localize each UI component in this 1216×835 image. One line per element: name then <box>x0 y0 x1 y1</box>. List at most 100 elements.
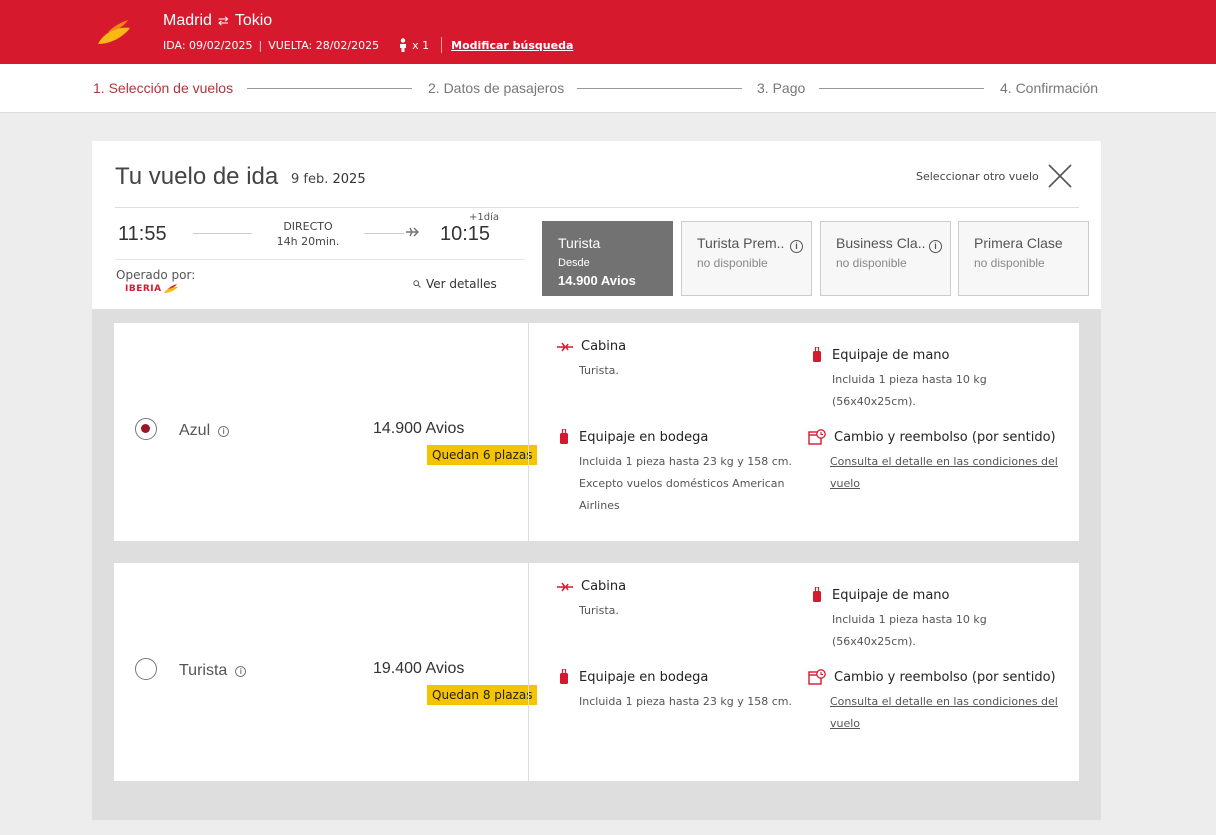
passenger-count: x 1 <box>399 38 429 52</box>
feature-text: Incluida 1 pieza hasta 23 kg y 158 cm. <box>579 455 792 468</box>
flight-duration: 14h 20min. <box>276 235 340 248</box>
divider <box>528 563 529 781</box>
fare-option-label: Azul <box>179 422 211 439</box>
plane-icon <box>406 227 419 237</box>
conditions-link[interactable]: Consulta el detalle en las condiciones d… <box>830 695 1058 708</box>
iberia-logo-icon <box>163 284 178 293</box>
seat-icon <box>557 582 573 591</box>
outbound-flight-card: Tu vuelo de ida 9 feb. 2025 Seleccionar … <box>92 141 1101 820</box>
modify-search-link[interactable]: Modificar búsqueda <box>451 39 573 52</box>
feature-text: Incluida 1 pieza hasta 23 kg y 158 cm. <box>579 695 792 708</box>
arrival-time: 10:15 <box>440 223 491 245</box>
progress-steps: 1. Selección de vuelos 2. Datos de pasaj… <box>0 64 1216 113</box>
duration-line <box>193 233 252 234</box>
step-connector <box>247 88 412 89</box>
feature-text: Excepto vuelos domésticos American <box>579 477 785 490</box>
fare-option-name: Turista i <box>179 662 247 680</box>
suitcase-icon <box>560 669 568 684</box>
flight-type-label: DIRECTO <box>283 220 333 233</box>
step-connector <box>819 88 984 89</box>
suitcase-icon <box>813 347 821 362</box>
feature-text: (56x40x25cm). <box>832 635 916 648</box>
calendar-refund-icon <box>808 429 826 445</box>
feature-text: Turista. <box>579 604 619 617</box>
fare-tab-sub: no disponible <box>836 256 907 270</box>
feature-title: Cabina <box>581 339 627 354</box>
flight-date-day: 9 feb. <box>291 172 329 187</box>
flight-date: 9 feb. 2025 <box>291 172 366 187</box>
divider <box>528 323 529 541</box>
step-passenger-data: 2. Datos de pasajeros <box>428 80 565 96</box>
conditions-link[interactable]: vuelo <box>830 477 860 490</box>
step-flight-selection[interactable]: 1. Selección de vuelos <box>93 80 233 96</box>
outbound-date: IDA: 09/02/2025 <box>163 38 253 52</box>
select-other-flight-link[interactable]: Seleccionar otro vuelo <box>916 170 1039 183</box>
feature-checked-baggage: Equipaje en bodega Incluida 1 pieza hast… <box>557 429 807 517</box>
info-icon[interactable]: i <box>235 665 247 677</box>
calendar-refund-icon <box>808 669 826 685</box>
passenger-count-text: x 1 <box>412 38 430 52</box>
fare-tab-turista-premium[interactable]: Turista Prem.. no disponible i <box>681 221 812 296</box>
top-bar: Madrid ⇄ Tokio IDA: 09/02/2025 | VUELTA:… <box>0 0 1216 64</box>
fare-tab-name: Primera Clase <box>974 235 1063 251</box>
fare-option-turista[interactable]: Turista i 19.400 Avios Quedan 8 plazas C… <box>114 563 1079 781</box>
divider <box>115 259 525 260</box>
feature-title: Cambio y reembolso (por sentido) <box>834 429 1056 445</box>
feature-cabin: Cabina Turista. <box>557 579 807 622</box>
feature-text: Incluida 1 pieza hasta 10 kg <box>832 613 987 626</box>
feature-title: Equipaje en bodega <box>579 429 709 445</box>
route-title: Madrid ⇄ Tokio <box>163 12 272 30</box>
info-icon[interactable]: i <box>790 240 803 253</box>
feature-hand-baggage: Equipaje de mano Incluida 1 pieza hasta … <box>810 347 1060 413</box>
suitcase-icon <box>813 587 821 602</box>
close-icon[interactable] <box>1047 163 1073 189</box>
feature-text: Turista. <box>579 364 619 377</box>
step-connector <box>577 88 742 89</box>
feature-hand-baggage: Equipaje de mano Incluida 1 pieza hasta … <box>810 587 1060 653</box>
fare-radio-azul[interactable] <box>135 418 157 440</box>
flight-date-year: 2025 <box>332 172 366 187</box>
fare-tab-sub: Desde <box>558 257 590 269</box>
destination-city: Tokio <box>234 12 273 29</box>
separator: | <box>258 38 263 52</box>
divider <box>115 207 1079 208</box>
feature-text: Airlines <box>579 499 620 512</box>
feature-title: Equipaje en bodega <box>579 669 709 685</box>
step-payment: 3. Pago <box>757 80 806 96</box>
search-icon <box>413 280 421 288</box>
fare-tab-price: 14.900 Avios <box>558 273 636 288</box>
feature-change-refund: Cambio y reembolso (por sentido) Consult… <box>808 429 1073 495</box>
seat-icon <box>557 342 573 351</box>
feature-title: Cambio y reembolso (por sentido) <box>834 669 1056 685</box>
duration-line <box>364 233 404 234</box>
fare-option-label: Turista <box>179 662 228 679</box>
feature-checked-baggage: Equipaje en bodega Incluida 1 pieza hast… <box>557 669 807 713</box>
fare-tab-name: Turista <box>558 235 601 251</box>
fare-tab-business[interactable]: Business Cla.. no disponible i <box>820 221 951 296</box>
trip-dates: IDA: 09/02/2025 | VUELTA: 28/02/2025 x 1… <box>163 37 573 53</box>
view-details-link[interactable]: Ver detalles <box>413 277 497 291</box>
conditions-link[interactable]: Consulta el detalle en las condiciones d… <box>830 455 1058 468</box>
departure-time: 11:55 <box>118 223 167 245</box>
step-confirmation: 4. Confirmación <box>1000 80 1099 96</box>
iberia-logo-icon[interactable] <box>96 18 132 48</box>
fare-option-price: 19.400 Avios <box>373 660 465 677</box>
fare-radio-turista[interactable] <box>135 658 157 680</box>
flight-type: DIRECTO 14h 20min. <box>273 219 343 249</box>
info-icon[interactable]: i <box>218 425 230 437</box>
operated-by-label: Operado por: <box>116 268 196 282</box>
conditions-link[interactable]: vuelo <box>830 717 860 730</box>
feature-title: Equipaje de mano <box>832 347 950 363</box>
feature-title: Equipaje de mano <box>832 587 950 603</box>
seats-left-badge: Quedan 8 plazas <box>427 685 538 705</box>
fare-option-name: Azul i <box>179 422 230 440</box>
fare-option-azul[interactable]: Azul i 14.900 Avios Quedan 6 plazas Cabi… <box>114 323 1079 541</box>
next-day-indicator: +1día <box>469 212 499 223</box>
fare-tab-primera[interactable]: Primera Clase no disponible <box>958 221 1089 296</box>
info-icon[interactable]: i <box>929 240 942 253</box>
fare-option-price: 14.900 Avios <box>373 420 465 437</box>
suitcase-icon <box>560 429 568 444</box>
carrier-name: IBERIA <box>125 284 162 294</box>
fare-tab-turista[interactable]: Turista Desde 14.900 Avios <box>542 221 673 296</box>
view-details-label: Ver detalles <box>426 277 497 291</box>
